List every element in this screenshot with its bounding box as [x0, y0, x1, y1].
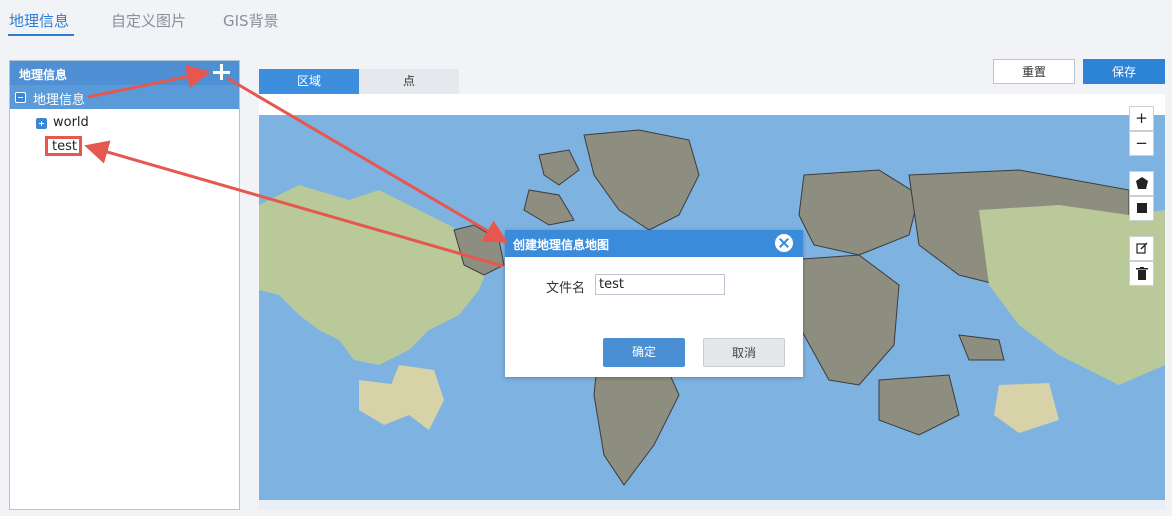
zoom-in-button[interactable]: + — [1129, 106, 1154, 131]
reset-button[interactable]: 重置 — [993, 59, 1075, 84]
tree-node-root-label: 地理信息 — [33, 93, 86, 108]
dialog-header: 创建地理信息地图 — [505, 230, 803, 257]
tree-panel: 地理信息 地理信息 world test — [9, 60, 240, 510]
tab-custom-image[interactable]: 自定义图片 — [111, 10, 186, 31]
tree-node-test[interactable]: test — [45, 136, 82, 156]
top-tab-bar: 地理信息 自定义图片 GIS背景 — [0, 0, 1172, 44]
map-top-strip — [259, 94, 1165, 115]
tree-node-world-label: world — [53, 115, 89, 130]
tab-gis-background[interactable]: GIS背景 — [223, 10, 279, 31]
antarctica — [259, 500, 1165, 510]
filename-label: 文件名 — [546, 281, 586, 296]
tree-header-title: 地理信息 — [19, 68, 68, 82]
tab-region[interactable]: 区域 — [259, 69, 359, 94]
dialog-title: 创建地理信息地图 — [513, 238, 610, 252]
filename-input[interactable] — [595, 274, 725, 295]
add-icon[interactable] — [211, 62, 231, 82]
tab-geo-info[interactable]: 地理信息 — [9, 10, 69, 31]
polygon-tool-icon[interactable] — [1129, 171, 1154, 196]
tree-node-root[interactable]: 地理信息 — [10, 85, 239, 109]
tree-header: 地理信息 — [10, 61, 239, 85]
rectangle-tool-icon[interactable] — [1129, 196, 1154, 221]
collapse-icon[interactable] — [15, 92, 26, 103]
edit-icon[interactable] — [1129, 236, 1154, 261]
cancel-button[interactable]: 取消 — [703, 338, 785, 367]
save-button[interactable]: 保存 — [1083, 59, 1165, 84]
active-tab-indicator — [8, 34, 74, 36]
close-icon[interactable] — [775, 234, 793, 252]
zoom-out-button[interactable]: − — [1129, 131, 1154, 156]
expand-icon[interactable] — [36, 118, 47, 129]
trash-icon[interactable] — [1129, 261, 1154, 286]
confirm-button[interactable]: 确定 — [603, 338, 685, 367]
tree-node-test-label: test — [52, 139, 77, 154]
create-map-dialog: 创建地理信息地图 文件名 确定 取消 — [505, 230, 803, 377]
tab-point[interactable]: 点 — [359, 69, 459, 94]
